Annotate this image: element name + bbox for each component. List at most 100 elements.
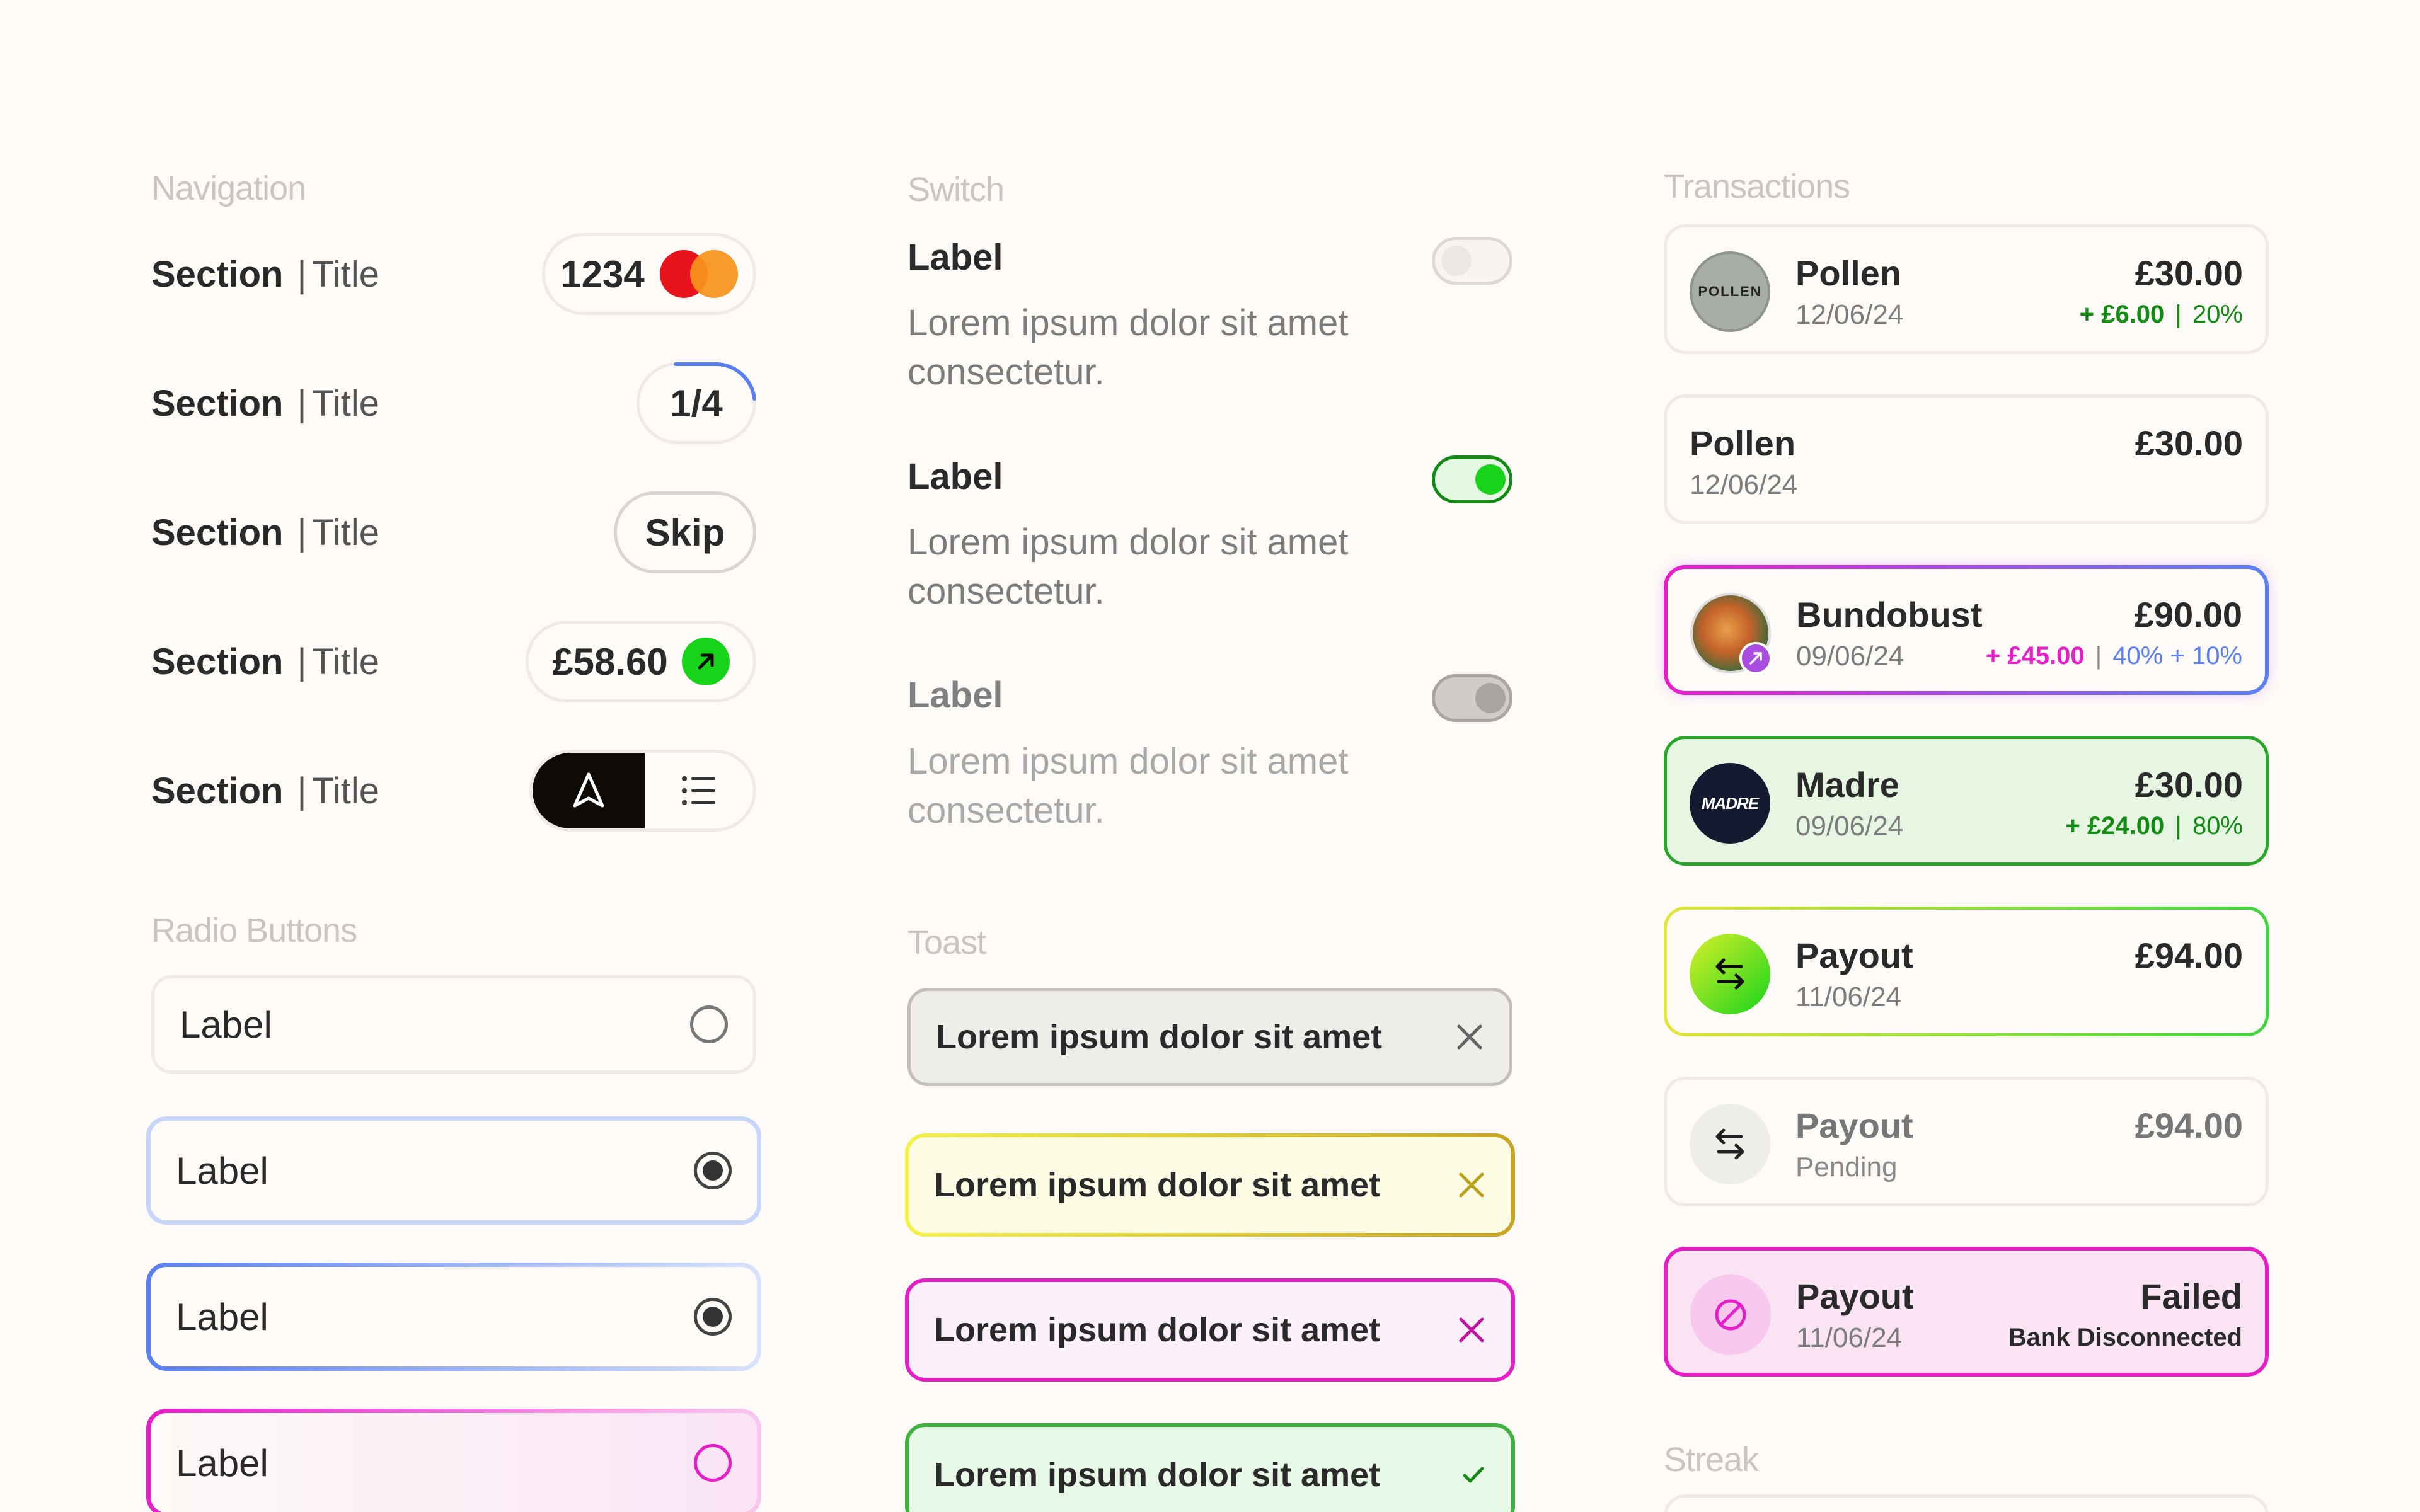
payout-icon — [1690, 1104, 1770, 1184]
card-last-digits: 1234 — [560, 253, 645, 295]
merchant-name: Madre — [1795, 765, 1899, 805]
radio-selected-icon — [694, 1298, 732, 1336]
cashback-percent: 80% — [2192, 812, 2243, 840]
close-icon[interactable] — [1455, 1022, 1484, 1051]
transaction-card[interactable]: Payout 11/06/24 £94.00 — [1664, 907, 2269, 1036]
transaction-date: 11/06/24 — [1796, 1322, 1903, 1353]
blocked-icon — [1715, 1299, 1746, 1331]
list-view-button[interactable] — [645, 753, 753, 828]
title-label: Title — [311, 382, 379, 424]
mastercard-icon — [659, 250, 738, 298]
toast-error: Lorem ipsum dolor sit amet — [905, 1278, 1515, 1382]
nav-row[interactable]: Section | Title Skip — [151, 491, 756, 573]
transaction-card[interactable]: Payout 11/06/24 Failed Bank Disconnected — [1664, 1247, 2269, 1377]
nav-row[interactable]: Section | Title — [151, 750, 756, 832]
nav-title-group: Section | Title — [151, 641, 379, 683]
check-icon[interactable] — [1461, 1464, 1486, 1486]
view-toggle[interactable] — [529, 750, 756, 832]
close-icon[interactable] — [1457, 1315, 1486, 1344]
boost-badge-icon — [1739, 642, 1772, 675]
nav-row[interactable]: Section | Title 1/4 — [151, 362, 756, 444]
transaction-card[interactable]: Bundobust 09/06/24 £90.00 + £45.00 | 40%… — [1664, 565, 2269, 695]
nav-row[interactable]: Section | Title £58.60 — [151, 621, 756, 702]
close-icon[interactable] — [1457, 1171, 1486, 1200]
toast-text: Lorem ipsum dolor sit amet — [934, 1311, 1381, 1349]
transfer-arrows-icon — [1715, 958, 1744, 990]
cashback-divider: | — [2175, 812, 2182, 840]
payout-icon — [1690, 934, 1770, 1014]
radio-label: Label — [176, 1441, 268, 1484]
toast-neutral: Lorem ipsum dolor sit amet — [908, 988, 1512, 1086]
merchant-name: Pollen — [1690, 423, 1796, 463]
transaction-date: 09/06/24 — [1795, 811, 1904, 842]
radio-option[interactable]: Label — [151, 975, 756, 1074]
transaction-date: 09/06/24 — [1796, 641, 1904, 672]
switch-description: Lorem ipsum dolor sit amet consectetur. — [908, 302, 1349, 392]
skip-button[interactable]: Skip — [614, 491, 756, 573]
transfer-arrows-icon — [1715, 1128, 1744, 1160]
navigation-arrow-icon — [573, 772, 604, 808]
transaction-amount: £94.00 — [2135, 936, 2243, 975]
transaction-status: Pending — [1795, 1152, 1898, 1183]
toast-success: Lorem ipsum dolor sit amet — [905, 1423, 1515, 1512]
toast-warning: Lorem ipsum dolor sit amet — [905, 1133, 1515, 1237]
transaction-date: 11/06/24 — [1795, 982, 1902, 1012]
skip-label: Skip — [645, 511, 725, 554]
progress-pill[interactable]: 1/4 — [637, 362, 756, 444]
nav-row[interactable]: Section | Title 1234 — [151, 233, 756, 315]
transaction-card[interactable]: MADRE Madre 09/06/24 £30.00 + £24.00 | 8… — [1664, 736, 2269, 866]
switch-description: Lorem ipsum dolor sit amet consectetur. — [908, 522, 1349, 612]
cashback-amount: + £45.00 — [1985, 642, 2085, 670]
toast-text: Lorem ipsum dolor sit amet — [934, 1166, 1381, 1204]
switch-toggle-off[interactable] — [1432, 237, 1512, 285]
failure-reason: Bank Disconnected — [2008, 1324, 2242, 1351]
switch-toggle-on[interactable] — [1432, 455, 1512, 503]
merchant-name: Bundobust — [1796, 595, 1983, 634]
section-label: Section — [151, 382, 284, 424]
streak-card — [1664, 1494, 2269, 1512]
radio-label: Label — [180, 1003, 272, 1046]
toast-text: Lorem ipsum dolor sit amet — [934, 1456, 1381, 1494]
transaction-amount: £90.00 — [2134, 595, 2242, 634]
madre-logo: MADRE — [1690, 763, 1770, 844]
cashback-percent: 40% + 10% — [2112, 642, 2242, 670]
radio-option[interactable]: Label — [146, 1409, 761, 1512]
title-label: Title — [311, 641, 379, 682]
toast-heading: Toast — [908, 924, 986, 961]
radio-option[interactable]: Label — [146, 1263, 761, 1371]
nav-title-group: Section | Title — [151, 770, 379, 812]
radio-selected-icon — [694, 1152, 732, 1189]
title-separator: | — [297, 770, 307, 811]
progress-ring-icon — [674, 362, 756, 401]
map-view-button[interactable] — [533, 753, 645, 828]
transaction-amount: £30.00 — [2135, 253, 2243, 293]
switch-label: Label — [908, 456, 1003, 497]
switch-toggle-disabled[interactable] — [1432, 674, 1512, 722]
balance-pill[interactable]: £58.60 — [526, 621, 756, 702]
transaction-amount: £30.00 — [2135, 765, 2243, 805]
title-separator: | — [297, 253, 307, 295]
transaction-card[interactable]: POLLEN Pollen 12/06/24 £30.00 + £6.00 | … — [1664, 224, 2269, 354]
arrow-up-right-icon — [681, 638, 730, 685]
payout-failed-icon — [1690, 1274, 1771, 1355]
title-separator: | — [297, 512, 307, 553]
transaction-card[interactable]: Pollen 12/06/24 £30.00 — [1664, 394, 2269, 524]
card-pill[interactable]: 1234 — [542, 233, 756, 315]
merchant-name: Payout — [1795, 936, 1913, 975]
section-label: Section — [151, 512, 284, 553]
radio-option[interactable]: Label — [146, 1116, 761, 1225]
section-label: Section — [151, 253, 284, 295]
cashback-info: + £45.00 | 40% + 10% — [1986, 642, 2242, 670]
switch-description: Lorem ipsum dolor sit amet consectetur. — [908, 741, 1349, 831]
nav-title-group: Section | Title — [151, 512, 379, 554]
cashback-amount: + £6.00 — [2079, 301, 2165, 328]
logo-text: POLLEN — [1698, 284, 1762, 299]
title-separator: | — [297, 641, 307, 682]
merchant-name: Pollen — [1795, 253, 1902, 293]
merchant-name: Payout — [1795, 1106, 1913, 1145]
nav-title-group: Section | Title — [151, 382, 379, 425]
section-label: Section — [151, 641, 284, 682]
title-label: Title — [311, 253, 379, 295]
transaction-card[interactable]: Payout Pending £94.00 — [1664, 1077, 2269, 1206]
switch-label: Label — [908, 237, 1003, 278]
